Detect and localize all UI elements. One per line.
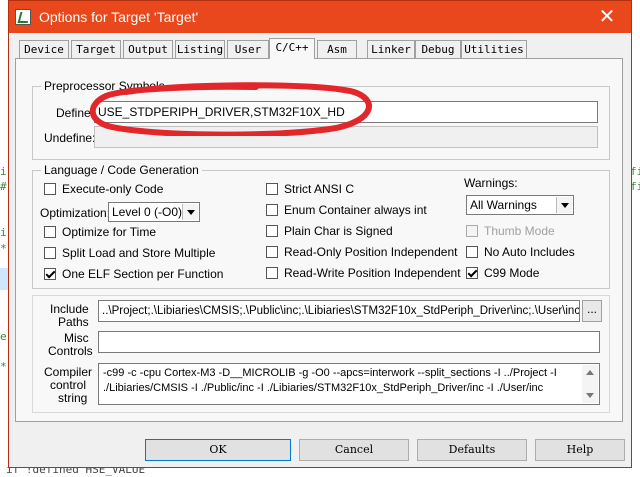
tab-cc[interactable]: C/C++ — [269, 38, 315, 59]
define-label: Define: — [56, 106, 95, 120]
define-input[interactable]: USE_STDPERIPH_DRIVER,STM32F10X_HD — [94, 101, 598, 123]
close-button[interactable]: ✕ — [585, 1, 629, 33]
language-legend: Language / Code Generation — [41, 163, 202, 177]
optimization-select[interactable]: Level 0 (-O0) — [108, 202, 200, 222]
c99-mode-checkbox[interactable] — [466, 267, 478, 279]
compiler-label-2: control — [50, 378, 87, 392]
execute-only-checkbox[interactable] — [44, 183, 56, 195]
split-load-checkbox[interactable] — [44, 247, 56, 259]
window-title: Options for Target 'Target' — [39, 9, 199, 25]
include-label-2: Paths — [58, 315, 89, 329]
compiler-label-3: string — [58, 391, 88, 405]
no-auto-includes-label: No Auto Includes — [484, 245, 575, 259]
include-paths-input[interactable]: ..\Project;.\Libiaries\CMSIS;.\Public\in… — [98, 300, 580, 322]
misc-label-1: Misc — [64, 331, 89, 345]
editor-fragment: * — [0, 360, 7, 373]
compiler-line-2: ./Libiaries/CMSIS -I ./Public/inc -I ./L… — [103, 382, 544, 394]
editor-fragment: e — [0, 330, 7, 343]
scroll-up-icon — [586, 370, 594, 375]
warnings-label: Warnings: — [464, 176, 518, 190]
browse-button[interactable]: ... — [582, 300, 602, 322]
ro-pi-checkbox[interactable] — [266, 246, 278, 258]
enum-container-checkbox[interactable] — [266, 204, 278, 216]
tab-user[interactable]: User — [227, 40, 269, 58]
options-dialog: Options for Target 'Target' ✕ Device Tar… — [8, 0, 632, 468]
tab-linker[interactable]: Linker — [367, 40, 415, 58]
title-bar[interactable]: Options for Target 'Target' ✕ — [9, 1, 631, 33]
editor-fragment: i — [0, 226, 7, 239]
ok-button[interactable]: OK — [145, 439, 291, 461]
thumb-mode-label: Thumb Mode — [484, 224, 555, 238]
editor-fragment: # — [0, 180, 7, 193]
one-elf-label: One ELF Section per Function — [62, 267, 224, 281]
compiler-label-1: Compiler — [44, 365, 93, 379]
misc-label-2: Controls — [48, 344, 93, 358]
compiler-line-1: -c99 -c -cpu Cortex-M3 -D__MICROLIB -g -… — [103, 367, 557, 379]
help-button[interactable]: Help — [535, 439, 625, 461]
strict-ansi-label: Strict ANSI C — [284, 182, 355, 196]
close-icon: ✕ — [598, 6, 616, 28]
split-load-label: Split Load and Store Multiple — [62, 246, 216, 260]
rw-pi-checkbox[interactable] — [266, 267, 278, 279]
one-elf-checkbox[interactable] — [44, 268, 56, 280]
optimization-label: Optimization: — [40, 206, 111, 220]
thumb-mode-checkbox[interactable] — [466, 225, 478, 237]
compiler-control-string[interactable]: -c99 -c -cpu Cortex-M3 -D__MICROLIB -g -… — [98, 363, 600, 405]
no-auto-includes-checkbox[interactable] — [466, 246, 478, 258]
tab-device[interactable]: Device — [19, 40, 69, 58]
plain-char-label: Plain Char is Signed — [284, 224, 393, 238]
editor-fragment: i — [0, 165, 7, 178]
tab-output[interactable]: Output — [123, 40, 173, 58]
rw-pi-label: Read-Write Position Independent — [284, 266, 461, 280]
tab-listing[interactable]: Listing — [175, 40, 225, 58]
ro-pi-label: Read-Only Position Independent — [284, 245, 458, 259]
editor-fragment: * — [0, 242, 7, 255]
defaults-button[interactable]: Defaults — [417, 439, 527, 461]
c99-mode-label: C99 Mode — [484, 266, 540, 280]
misc-controls-input[interactable] — [98, 331, 600, 353]
execute-only-label: Execute-only Code — [62, 182, 164, 196]
undefine-input[interactable] — [94, 126, 598, 148]
tab-debug[interactable]: Debug — [415, 40, 461, 58]
chevron-down-icon — [556, 197, 572, 213]
tab-utilities[interactable]: Utilities — [461, 40, 527, 58]
strict-ansi-checkbox[interactable] — [266, 183, 278, 195]
cc-tab-panel: Preprocessor Symbols Define: USE_STDPERI… — [15, 58, 623, 422]
include-label-1: Include — [50, 302, 89, 316]
warnings-value: All Warnings — [470, 198, 537, 212]
tab-asm[interactable]: Asm — [317, 40, 357, 58]
undefine-label: Undefine: — [44, 131, 96, 145]
cancel-button[interactable]: Cancel — [299, 439, 409, 461]
preprocessor-legend: Preprocessor Symbols — [41, 79, 168, 93]
tab-target[interactable]: Target — [71, 40, 121, 58]
chevron-down-icon — [182, 204, 198, 220]
compiler-scrollbar[interactable] — [582, 365, 598, 403]
preprocessor-group: Preprocessor Symbols — [32, 79, 610, 160]
optimize-time-label: Optimize for Time — [62, 225, 157, 239]
enum-container-label: Enum Container always int — [284, 203, 427, 217]
plain-char-checkbox[interactable] — [266, 225, 278, 237]
scroll-down-icon — [586, 393, 594, 398]
optimization-value: Level 0 (-O0) — [112, 205, 183, 219]
warnings-select[interactable]: All Warnings — [466, 195, 574, 215]
app-icon — [15, 9, 31, 25]
optimize-time-checkbox[interactable] — [44, 226, 56, 238]
